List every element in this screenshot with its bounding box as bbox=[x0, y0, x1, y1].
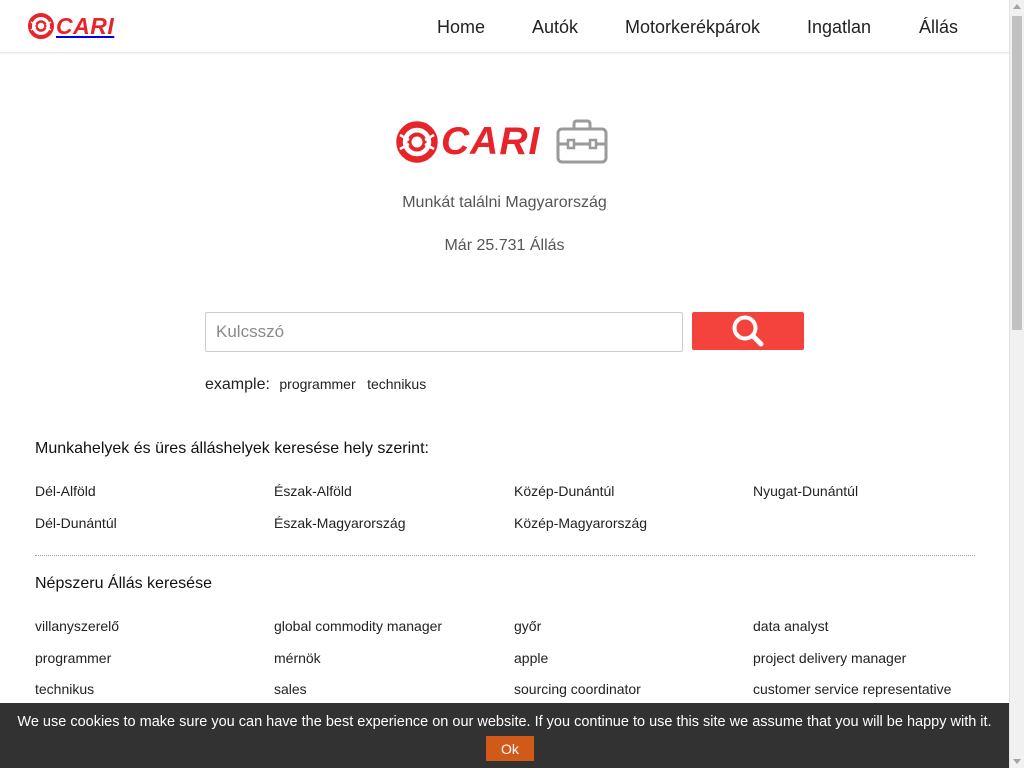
nav-autok[interactable]: Autók bbox=[532, 17, 578, 37]
scroll-up-arrow-icon[interactable] bbox=[1013, 4, 1021, 9]
scrollbar-thumb[interactable] bbox=[1012, 16, 1022, 330]
hero-logo-text: CARI bbox=[441, 120, 541, 163]
cookie-consent-bar: We use cookies to make sure you can have… bbox=[0, 703, 1009, 768]
nav-allas[interactable]: Állás bbox=[919, 17, 958, 37]
popular-link[interactable]: programmer bbox=[35, 650, 111, 666]
location-link[interactable]: Nyugat-Dunántúl bbox=[753, 483, 858, 499]
location-link[interactable]: Dél-Alföld bbox=[35, 483, 96, 499]
cookie-message: We use cookies to make sure you can have… bbox=[17, 714, 992, 730]
location-section-title: Munkahelyek és üres álláshelyek keresése… bbox=[35, 440, 429, 457]
popular-link[interactable]: villanyszerelő bbox=[35, 618, 119, 634]
section-divider bbox=[35, 555, 975, 556]
nav-home[interactable]: Home bbox=[437, 17, 485, 37]
popular-link[interactable]: győr bbox=[514, 618, 541, 634]
example-link-programmer[interactable]: programmer bbox=[279, 376, 355, 392]
cari-logo-mark-icon bbox=[396, 121, 438, 163]
popular-link[interactable]: project delivery manager bbox=[753, 650, 906, 666]
popular-link[interactable]: sales bbox=[274, 681, 307, 697]
location-link[interactable]: Dél-Dunántúl bbox=[35, 515, 117, 531]
top-navigation-bar: CARI Home Autók Motorkerékpárok Ingatlan… bbox=[0, 0, 1009, 53]
popular-link[interactable]: apple bbox=[514, 650, 548, 666]
main-nav: Home Autók Motorkerékpárok Ingatlan Állá… bbox=[0, 17, 1009, 37]
nav-motorkerekparok[interactable]: Motorkerékpárok bbox=[625, 17, 760, 37]
popular-link[interactable]: mérnök bbox=[274, 650, 321, 666]
location-link[interactable]: Közép-Magyarország bbox=[514, 515, 647, 531]
search-icon bbox=[732, 315, 764, 347]
cookie-ok-button[interactable]: Ok bbox=[486, 736, 534, 761]
popular-link[interactable]: technikus bbox=[35, 681, 94, 697]
search-examples: example: programmer technikus bbox=[205, 376, 428, 394]
page-scrollbar[interactable] bbox=[1009, 0, 1024, 768]
location-link[interactable]: Közép-Dunántúl bbox=[514, 483, 614, 499]
hero-logo: CARI bbox=[396, 119, 608, 165]
popular-section-title: Népszeru Állás keresése bbox=[35, 575, 212, 592]
location-link[interactable]: Észak-Magyarország bbox=[274, 515, 406, 531]
examples-label: example: bbox=[205, 376, 270, 393]
job-count: Már 25.731 Állás bbox=[444, 237, 565, 254]
example-link-technikus[interactable]: technikus bbox=[367, 376, 426, 392]
hero-tagline: Munkát találni Magyarország bbox=[402, 194, 607, 211]
location-link[interactable]: Észak-Alföld bbox=[274, 483, 352, 499]
popular-link[interactable]: sourcing coordinator bbox=[514, 681, 641, 697]
scroll-down-arrow-icon[interactable] bbox=[1013, 759, 1021, 764]
popular-link[interactable]: customer service representative bbox=[753, 681, 951, 697]
popular-link[interactable]: global commodity manager bbox=[274, 618, 442, 634]
nav-ingatlan[interactable]: Ingatlan bbox=[807, 17, 871, 37]
search-button[interactable] bbox=[692, 312, 804, 350]
briefcase-icon bbox=[556, 119, 608, 164]
keyword-search-input[interactable] bbox=[205, 312, 683, 352]
popular-link[interactable]: data analyst bbox=[753, 618, 829, 634]
